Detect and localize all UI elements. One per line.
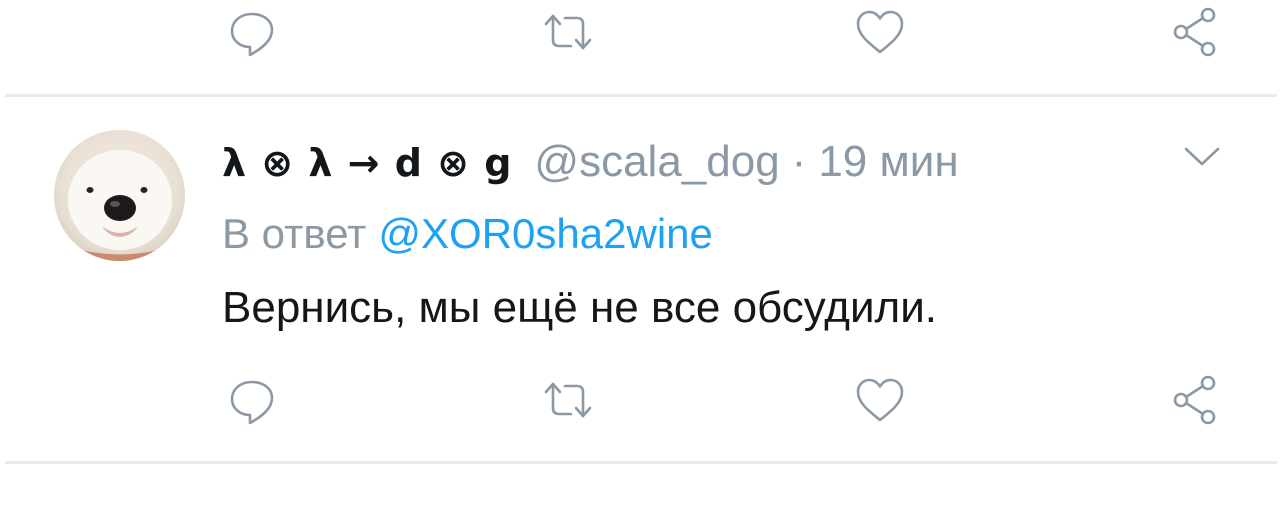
avatar[interactable]: [54, 130, 185, 261]
like-button[interactable]: [850, 370, 910, 430]
reply-mention-link[interactable]: @XOR0sha2wine: [378, 210, 712, 257]
heart-icon: [856, 378, 904, 422]
retweet-button[interactable]: [538, 370, 598, 430]
share-icon: [1173, 7, 1216, 57]
retweet-icon: [544, 14, 592, 50]
heart-icon: [856, 10, 904, 54]
timeline: λ ⊗ λ → d ⊗ g @scala_dog · 19 мин В отве…: [0, 0, 1280, 511]
share-icon: [1173, 375, 1216, 425]
user-handle[interactable]: @scala_dog: [534, 136, 779, 188]
share-button[interactable]: [1166, 2, 1226, 62]
like-button[interactable]: [850, 2, 910, 62]
share-button[interactable]: [1166, 370, 1226, 430]
more-options-button[interactable]: [1180, 140, 1224, 174]
tweet[interactable]: λ ⊗ λ → d ⊗ g @scala_dog · 19 мин В отве…: [0, 100, 1280, 370]
previous-tweet-actions: [0, 2, 1280, 62]
reply-prefix: В ответ: [222, 210, 367, 257]
tweet-header: λ ⊗ λ → d ⊗ g @scala_dog · 19 мин: [222, 136, 959, 188]
tweet-actions: [0, 370, 1280, 430]
retweet-icon: [544, 382, 592, 418]
reply-button[interactable]: [223, 2, 283, 62]
reply-icon: [230, 380, 274, 425]
retweet-button[interactable]: [538, 2, 598, 62]
reply-context: В ответ @XOR0sha2wine: [222, 208, 713, 260]
divider: [5, 461, 1277, 464]
reply-button[interactable]: [223, 370, 283, 430]
tweet-text: Вернись, мы ещё не все обсудили.: [222, 283, 938, 332]
timestamp[interactable]: 19 мин: [818, 136, 958, 188]
divider: [5, 94, 1277, 97]
separator-dot: ·: [791, 137, 807, 186]
dog-avatar-image: [54, 130, 185, 261]
chevron-down-icon: [1184, 147, 1220, 166]
reply-icon: [230, 12, 274, 57]
display-name[interactable]: λ ⊗ λ → d ⊗ g: [222, 137, 512, 189]
